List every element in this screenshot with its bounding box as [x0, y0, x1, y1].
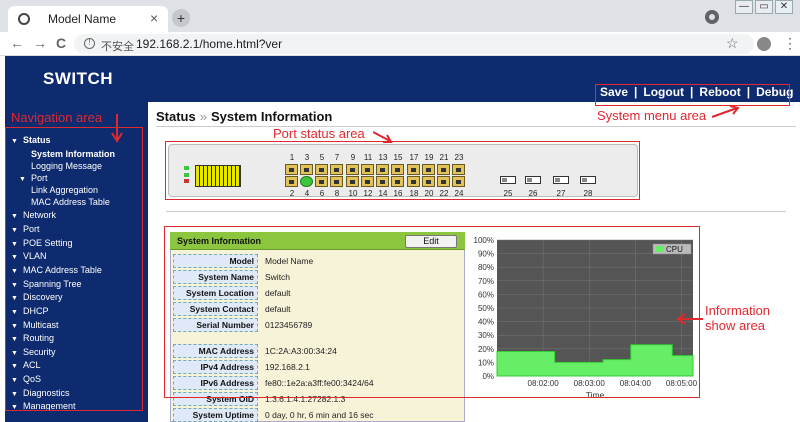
port-status-area-label: Port status area — [273, 126, 365, 141]
breadcrumb-chevron-icon: » — [199, 109, 207, 124]
warning-icon: ! — [84, 38, 95, 49]
url-text[interactable]: 192.168.2.1/home.html?ver — [136, 37, 282, 51]
port-status-area-annotation — [165, 141, 640, 200]
page-title: System Information — [210, 109, 333, 124]
system-info-value: 0 day, 0 hr, 6 min and 16 sec — [265, 410, 374, 420]
browser-tab[interactable]: Model Name × — [8, 6, 168, 32]
system-info-row: System Uptime 0 day, 0 hr, 6 min and 16 s… — [173, 408, 463, 422]
logo: SWITCH — [43, 69, 114, 88]
insecure-label: 不安全 — [101, 41, 134, 53]
navigation-area-label: Navigation area — [11, 110, 103, 125]
browser-menu-icon[interactable]: ⋮ — [783, 35, 797, 52]
tab-title: Model Name — [48, 12, 117, 26]
arrow-icon — [712, 105, 740, 118]
navigation-area-annotation — [5, 127, 143, 411]
divider — [166, 211, 786, 212]
reload-icon[interactable]: C — [56, 35, 66, 51]
arrow-icon — [111, 114, 123, 143]
system-menu-area-annotation — [595, 84, 790, 106]
globe-icon — [18, 13, 30, 25]
media-record-icon[interactable] — [705, 10, 719, 24]
arrow-icon — [676, 313, 703, 325]
profile-avatar[interactable] — [757, 37, 771, 51]
system-info-label: System Uptime — [173, 408, 258, 422]
address-bar[interactable]: ! 不安全 192.168.2.1/home.html?ver ☆ — [74, 34, 754, 54]
divider — [156, 126, 796, 127]
information-area-label-2: show area — [705, 318, 765, 333]
system-menu-area-label: System menu area — [597, 108, 707, 123]
bookmark-star-icon[interactable]: ☆ — [726, 35, 739, 52]
information-area-label-1: Information — [705, 303, 771, 318]
breadcrumb: Status» System Information — [156, 109, 332, 124]
arrow-icon — [373, 131, 393, 143]
tab-close-icon[interactable]: × — [150, 10, 158, 26]
window-maximize-button[interactable]: ▭ — [755, 0, 773, 14]
browser-toolbar: ← → C ! 不安全 192.168.2.1/home.html?ver ☆ … — [0, 32, 800, 56]
breadcrumb-section[interactable]: Status — [156, 109, 196, 124]
new-tab-button[interactable]: + — [172, 9, 190, 27]
forward-arrow-icon[interactable]: → — [33, 35, 47, 51]
window-minimize-button[interactable]: — — [735, 0, 753, 14]
information-area-annotation — [164, 226, 700, 398]
browser-tab-bar: Model Name × + — ▭ ✕ — [0, 0, 800, 32]
back-arrow-icon[interactable]: ← — [10, 35, 24, 51]
window-close-button[interactable]: ✕ — [775, 0, 793, 14]
